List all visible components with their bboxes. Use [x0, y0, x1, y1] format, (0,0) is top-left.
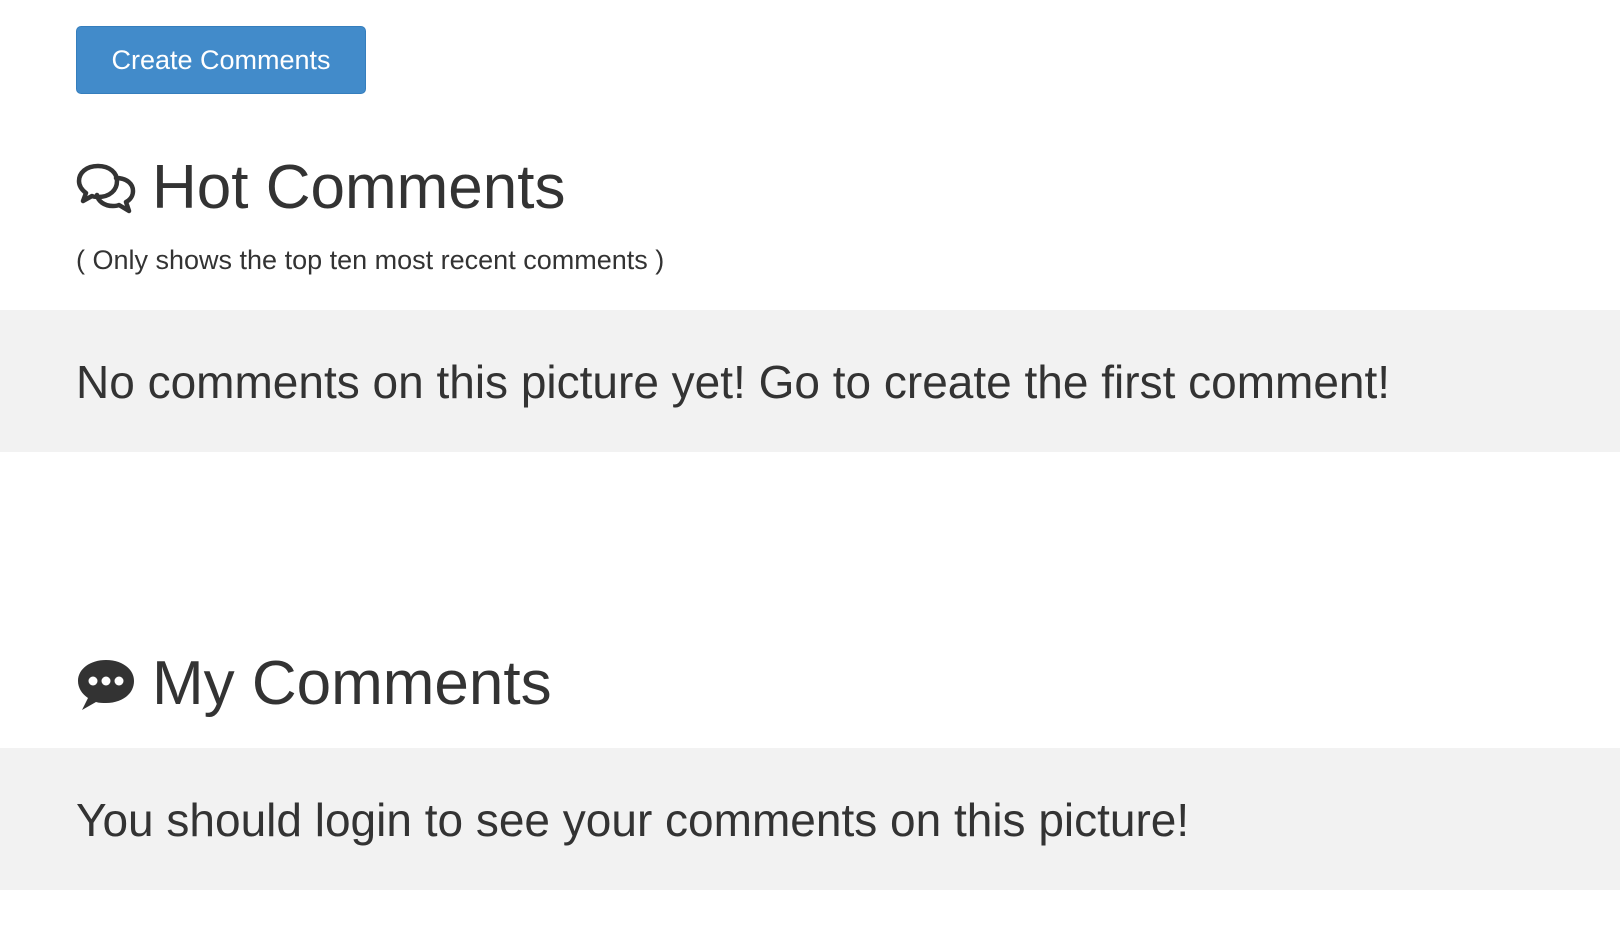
comments-outline-icon	[76, 160, 136, 216]
my-comments-login-message: You should login to see your comments on…	[76, 794, 1190, 846]
my-comments-heading: My Comments	[76, 648, 552, 720]
my-comments-well: You should login to see your comments on…	[0, 748, 1620, 890]
hot-comments-title: Hot Comments	[152, 153, 566, 222]
hot-comments-well: No comments on this picture yet! Go to c…	[0, 310, 1620, 452]
comment-dots-icon	[76, 656, 136, 712]
hot-comments-note: ( Only shows the top ten most recent com…	[76, 245, 665, 275]
hot-comments-empty-message: No comments on this picture yet! Go to c…	[76, 356, 1391, 408]
hot-comments-heading: Hot Comments	[76, 152, 565, 224]
my-comments-title: My Comments	[152, 649, 552, 718]
create-comments-button[interactable]: Create Comments	[76, 26, 366, 94]
